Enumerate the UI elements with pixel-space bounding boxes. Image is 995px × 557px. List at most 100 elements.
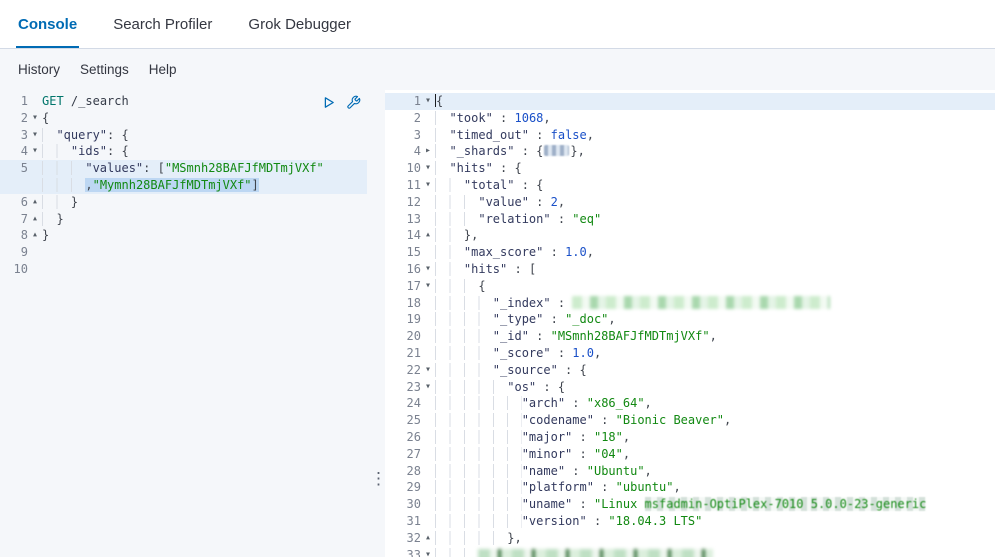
fold-down-icon[interactable]: ▾	[421, 160, 435, 177]
tab-grok-debugger[interactable]: Grok Debugger	[246, 0, 353, 48]
code-line[interactable]: 19 "_type" : "_doc",	[385, 311, 995, 328]
code-line[interactable]: 33 ▾	[385, 547, 995, 557]
code-line[interactable]: 21 "_score" : 1.0,	[385, 345, 995, 362]
code-line[interactable]: 9	[0, 244, 367, 261]
code-line[interactable]: 28 "name" : "Ubuntu",	[385, 463, 995, 480]
response-editor[interactable]: 1 ▾{2 "took" : 1068, 3 "timed_out" : false…	[385, 90, 995, 557]
fold-down-icon[interactable]: ▾	[28, 143, 42, 160]
code-line[interactable]: 8 ▴}	[0, 227, 367, 244]
fold-up-icon[interactable]: ▴	[421, 530, 435, 547]
code-text: "_score" : 1.0,	[435, 345, 995, 362]
code-token: },	[463, 228, 479, 243]
code-text: "os" : {	[435, 379, 995, 396]
code-line[interactable]: 7 ▴ }	[0, 211, 367, 228]
menu-help[interactable]: Help	[149, 62, 177, 77]
code-line[interactable]: 4 ▸ "_shards" : {},	[385, 143, 995, 160]
code-line[interactable]: 22 ▾ "_source" : {	[385, 362, 995, 379]
tab-search-profiler[interactable]: Search Profiler	[111, 0, 214, 48]
code-line[interactable]: 3 ▾ "query": {	[0, 127, 367, 144]
pane-divider[interactable]: ⋮	[367, 90, 387, 557]
code-text: "ids": {	[42, 143, 367, 160]
fold-up-icon[interactable]: ▴	[28, 211, 42, 228]
code-line[interactable]: 25 "codename" : "Bionic Beaver",	[385, 412, 995, 429]
code-token: "_source"	[492, 362, 558, 377]
code-token: "Linux	[593, 497, 645, 512]
fold-up-icon[interactable]: ▴	[28, 194, 42, 211]
fold-down-icon[interactable]: ▾	[421, 362, 435, 379]
fold-down-icon[interactable]: ▾	[28, 110, 42, 127]
fold-down-icon[interactable]: ▾	[421, 177, 435, 194]
request-editor[interactable]: 1 GET /_search 2 ▾{3 ▾ "query": {4 ▾ "ids": {…	[0, 90, 367, 557]
code-line[interactable]: 27 "minor" : "04",	[385, 446, 995, 463]
code-line[interactable]: 6 ▴ }	[0, 194, 367, 211]
code-line[interactable]: 4 ▾ "ids": {	[0, 143, 367, 160]
code-token: "eq"	[572, 211, 602, 226]
line-number: 23	[406, 379, 421, 394]
shards-collapsed-badge[interactable]	[544, 145, 570, 157]
code-token: ,	[709, 329, 717, 344]
send-request-icon[interactable]	[321, 95, 336, 110]
fold-up-icon[interactable]: ▴	[421, 227, 435, 244]
code-token: "04"	[593, 446, 623, 461]
drag-handle-icon[interactable]: ⋮	[370, 470, 387, 487]
code-line[interactable]: 14 ▴ },	[385, 227, 995, 244]
menu-history[interactable]: History	[18, 62, 60, 77]
code-text: "codename" : "Bionic Beaver",	[435, 412, 995, 429]
code-line[interactable]: 24 "arch" : "x86_64",	[385, 395, 995, 412]
fold-down-icon[interactable]: ▾	[421, 93, 435, 110]
code-line[interactable]: 29 "platform" : "ubuntu",	[385, 479, 995, 496]
fold-up-icon[interactable]: ▴	[28, 227, 42, 244]
line-number: 33	[406, 547, 421, 557]
menu-settings[interactable]: Settings	[80, 62, 129, 77]
code-line[interactable]: 30 "uname" : "Linux msfadmin-OptiPlex-70…	[385, 496, 995, 513]
code-line[interactable]: 3 "timed_out" : false,	[385, 127, 995, 144]
code-line[interactable]: 1 ▾{	[385, 93, 995, 110]
code-line[interactable]: 5 "values": ["MSmnh28BAFJfMDTmjVXf"	[0, 160, 367, 177]
code-token: "_shards"	[449, 144, 515, 159]
fold-down-icon[interactable]: ▾	[421, 379, 435, 396]
code-line[interactable]: 20 "_id" : "MSmnh28BAFJfMDTmjVXf",	[385, 328, 995, 345]
code-token: "took"	[449, 110, 493, 125]
code-token: :	[586, 513, 609, 528]
code-line[interactable]: 10	[0, 261, 367, 278]
code-line[interactable]: 10 ▾ "hits" : {	[385, 160, 995, 177]
code-line[interactable]: ,"Mymnh28BAFJfMDTmjVXf"]	[0, 176, 367, 194]
code-token: :	[593, 480, 616, 495]
tab-console[interactable]: Console	[16, 0, 79, 48]
code-line[interactable]: 18 "_index" :	[385, 295, 995, 312]
code-line[interactable]: 23 ▾ "os" : {	[385, 379, 995, 396]
code-line[interactable]: 15 "max_score" : 1.0,	[385, 244, 995, 261]
line-number: 25	[406, 413, 421, 428]
line-number: 29	[406, 480, 421, 495]
fold-down-icon[interactable]: ▾	[28, 127, 42, 144]
code-line[interactable]: 13 "relation" : "eq"	[385, 211, 995, 228]
code-line[interactable]: 11 ▾ "total" : {	[385, 177, 995, 194]
fold-down-icon[interactable]: ▾	[421, 261, 435, 278]
indent-guides	[435, 497, 522, 512]
fold-right-icon[interactable]: ▸	[421, 143, 435, 160]
code-line[interactable]: 26 "major" : "18",	[385, 429, 995, 446]
wrench-icon[interactable]	[346, 95, 361, 110]
fold-down-icon[interactable]: ▾	[421, 278, 435, 295]
code-line[interactable]: 2 "took" : 1068,	[385, 110, 995, 127]
code-line[interactable]: 2 ▾{	[0, 110, 367, 127]
code-line[interactable]: 17 ▾ {	[385, 278, 995, 295]
code-line[interactable]: 32 ▴ },	[385, 530, 995, 547]
code-token: {	[42, 110, 50, 125]
indent-guides	[435, 413, 522, 428]
code-line[interactable]: 12 "value" : 2,	[385, 194, 995, 211]
fold-down-icon[interactable]: ▾	[421, 547, 435, 557]
line-number: 10	[13, 261, 28, 276]
line-number: 10	[406, 161, 421, 176]
code-line[interactable]: 16 ▾ "hits" : [	[385, 261, 995, 278]
code-token: :	[565, 396, 587, 411]
code-line[interactable]: 31 "version" : "18.04.3 LTS"	[385, 513, 995, 530]
code-text: "platform" : "ubuntu",	[435, 479, 995, 496]
indent-guides	[42, 144, 71, 159]
line-number: 7	[20, 211, 28, 226]
code-line[interactable]: 1 GET /_search	[0, 93, 367, 110]
